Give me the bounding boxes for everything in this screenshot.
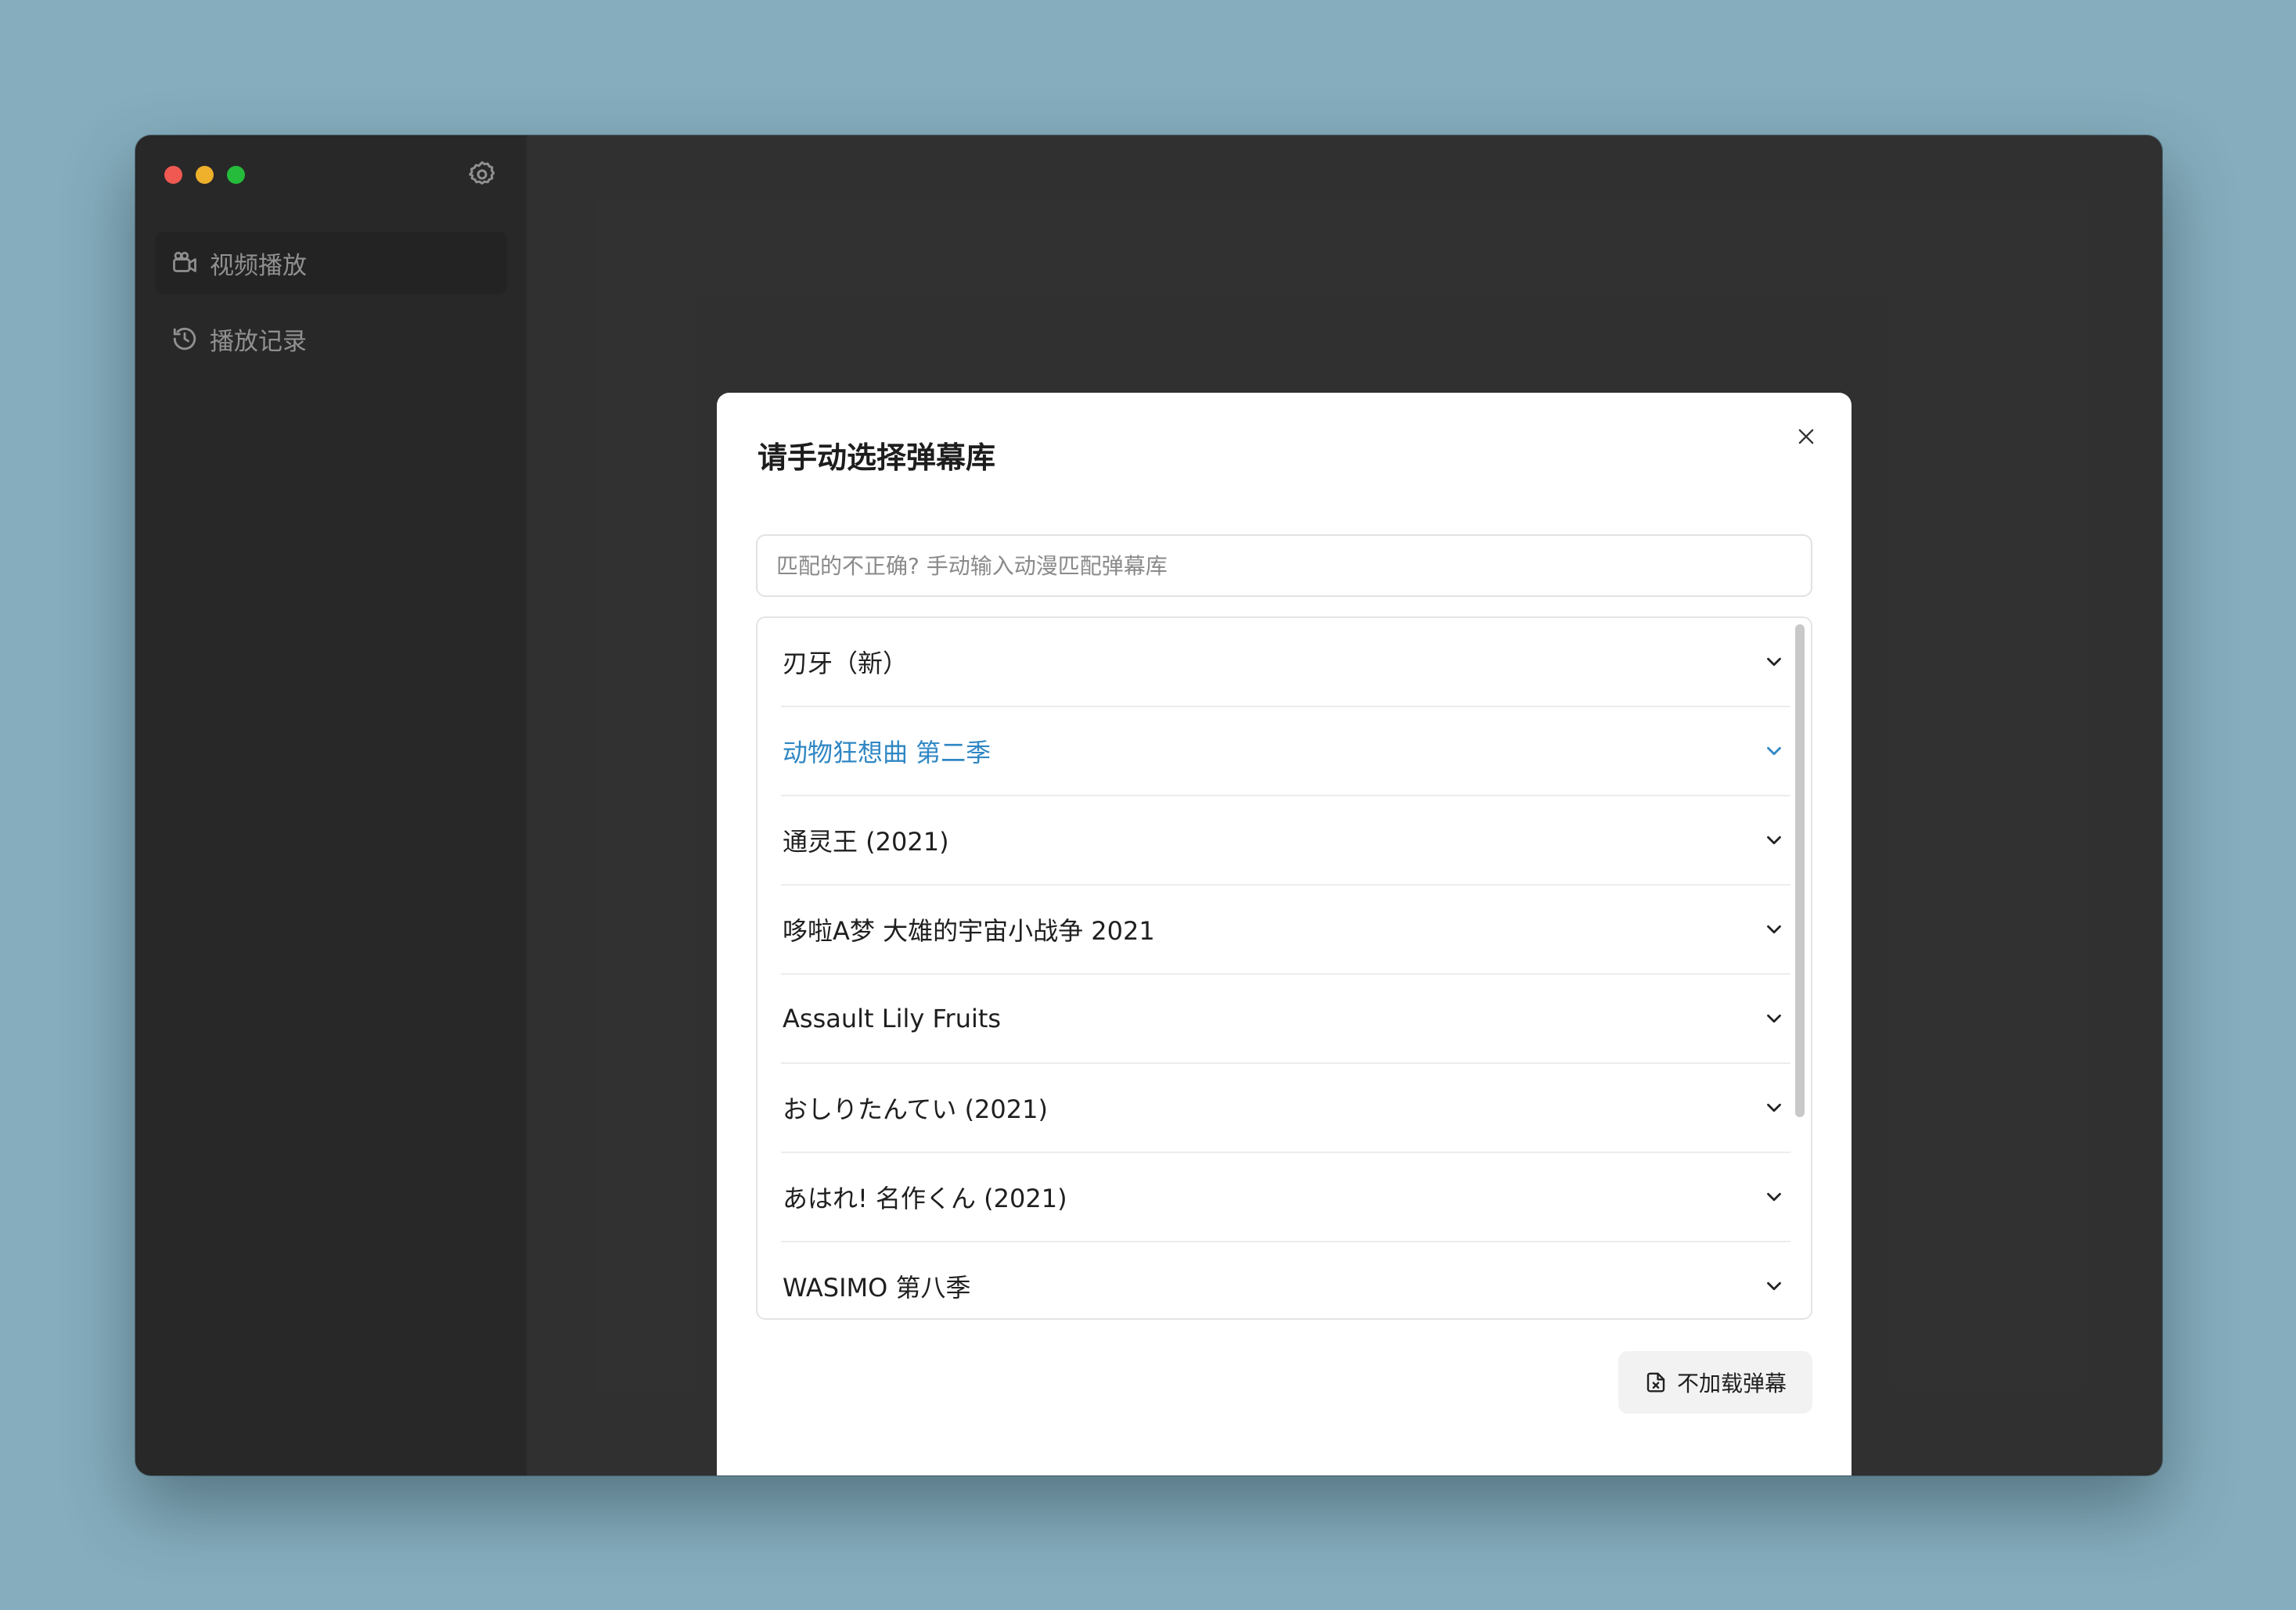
list-scrollbar[interactable] xyxy=(1795,624,1805,1117)
no-danmaku-button-label: 不加载弹幕 xyxy=(1676,1371,1787,1396)
list-item[interactable]: 动物狂想曲 第二季 xyxy=(781,707,1790,796)
list-item-label: 刃牙（新） xyxy=(783,649,909,678)
dialog-close-button[interactable] xyxy=(1789,419,1823,454)
chevron-down-icon xyxy=(1767,746,1781,756)
list-item-label: Assault Lily Fruits xyxy=(783,1004,1002,1033)
chevron-down-icon xyxy=(1767,1281,1781,1291)
chevron-down-icon xyxy=(1767,657,1781,667)
file-x-icon xyxy=(1646,1372,1665,1393)
list-item[interactable]: Assault Lily Fruits xyxy=(781,975,1790,1064)
chevron-down-icon xyxy=(1767,836,1781,845)
list-item-label: 通灵王 (2021) xyxy=(783,827,949,857)
danmaku-library-list: 刃牙（新） 动物狂想曲 第二季 通灵王 (2021) 哆啦A梦 大雄的宇宙小战争… xyxy=(756,616,1812,1320)
list-item-label: WASIMO 第八季 xyxy=(783,1273,971,1303)
app-window: 视频播放 播放记录 放 请手动选择弹幕库 刃牙（新） xyxy=(135,135,2162,1475)
list-item[interactable]: 通灵王 (2021) xyxy=(781,796,1790,886)
list-items-container: 刃牙（新） 动物狂想曲 第二季 通灵王 (2021) 哆啦A梦 大雄的宇宙小战争… xyxy=(781,618,1790,1318)
chevron-down-icon xyxy=(1767,1103,1781,1112)
list-item[interactable]: あはれ! 名作くん (2021) xyxy=(781,1153,1790,1242)
chevron-down-icon xyxy=(1767,925,1781,934)
chevron-down-icon xyxy=(1767,1192,1781,1202)
anime-search-input[interactable] xyxy=(756,534,1812,597)
select-danmaku-dialog: 请手动选择弹幕库 刃牙（新） 动物狂想曲 第二季 通灵王 (2021) xyxy=(717,393,1852,1475)
list-item-label: 动物狂想曲 第二季 xyxy=(783,738,991,767)
no-danmaku-button[interactable]: 不加载弹幕 xyxy=(1618,1351,1812,1414)
list-item-label: 哆啦A梦 大雄的宇宙小战争 2021 xyxy=(783,916,1155,946)
chevron-down-icon xyxy=(1767,1014,1781,1023)
list-item[interactable]: 哆啦A梦 大雄的宇宙小战争 2021 xyxy=(781,886,1790,975)
list-item-label: おしりたんてい (2021) xyxy=(783,1094,1048,1124)
dialog-title: 请手动选择弹幕库 xyxy=(758,440,996,475)
list-item[interactable]: 刃牙（新） xyxy=(781,618,1790,707)
list-item[interactable]: WASIMO 第八季 xyxy=(781,1242,1790,1318)
list-item[interactable]: おしりたんてい (2021) xyxy=(781,1064,1790,1153)
close-icon xyxy=(1798,429,1814,444)
list-item-label: あはれ! 名作くん (2021) xyxy=(783,1184,1067,1213)
